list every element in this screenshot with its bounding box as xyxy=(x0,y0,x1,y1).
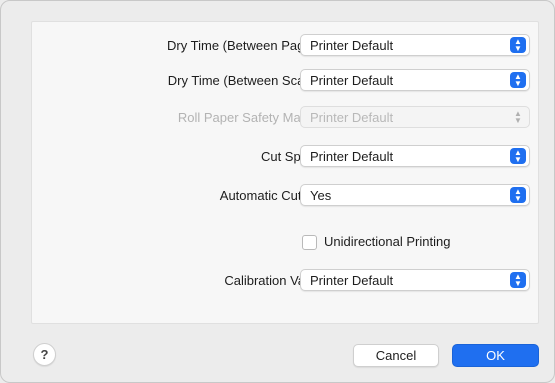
calibration-value-select[interactable]: Printer Default ▲ ▼ xyxy=(300,269,530,291)
cut-speed-select[interactable]: Printer Default ▲ ▼ xyxy=(300,145,530,167)
dry-time-pages-row: Dry Time (Between Pages): Printer Defaul… xyxy=(32,34,538,58)
up-down-chevron-icon: ▲ ▼ xyxy=(510,187,526,203)
up-down-chevron-icon: ▲ ▼ xyxy=(510,148,526,164)
unidirectional-printing-label: Unidirectional Printing xyxy=(324,234,451,249)
dry-time-scans-value: Printer Default xyxy=(310,73,394,88)
print-settings-dialog: Dry Time (Between Pages): Printer Defaul… xyxy=(0,0,555,383)
settings-panel: Dry Time (Between Pages): Printer Defaul… xyxy=(31,21,539,324)
roll-paper-safety-margin-value: Printer Default xyxy=(310,110,394,125)
dry-time-pages-value: Printer Default xyxy=(310,38,394,53)
calibration-value-row: Calibration Value: Printer Default ▲ ▼ xyxy=(32,269,538,293)
dry-time-scans-select[interactable]: Printer Default ▲ ▼ xyxy=(300,69,530,91)
up-down-chevron-icon: ▲ ▼ xyxy=(510,72,526,88)
up-down-chevron-icon: ▲ ▼ xyxy=(514,109,522,125)
dry-time-pages-select[interactable]: Printer Default ▲ ▼ xyxy=(300,34,530,56)
calibration-value-value: Printer Default xyxy=(310,273,394,288)
automatic-cutting-value: Yes xyxy=(310,188,332,203)
roll-paper-safety-margin-select: Printer Default ▲ ▼ xyxy=(300,106,530,128)
dry-time-scans-row: Dry Time (Between Scans): Printer Defaul… xyxy=(32,69,538,93)
help-button[interactable]: ? xyxy=(33,343,56,366)
automatic-cutting-row: Automatic Cutting: Yes ▲ ▼ xyxy=(32,184,538,208)
cut-speed-value: Printer Default xyxy=(310,149,394,164)
question-mark-icon: ? xyxy=(40,347,49,362)
automatic-cutting-select[interactable]: Yes ▲ ▼ xyxy=(300,184,530,206)
cancel-button[interactable]: Cancel xyxy=(353,344,439,367)
ok-button[interactable]: OK xyxy=(452,344,539,367)
up-down-chevron-icon: ▲ ▼ xyxy=(510,37,526,53)
cut-speed-row: Cut Speed: Printer Default ▲ ▼ xyxy=(32,145,538,169)
up-down-chevron-icon: ▲ ▼ xyxy=(510,272,526,288)
roll-paper-safety-margin-row: Roll Paper Safety Margin: Printer Defaul… xyxy=(32,106,538,130)
unidirectional-printing-checkbox[interactable] xyxy=(302,235,317,250)
